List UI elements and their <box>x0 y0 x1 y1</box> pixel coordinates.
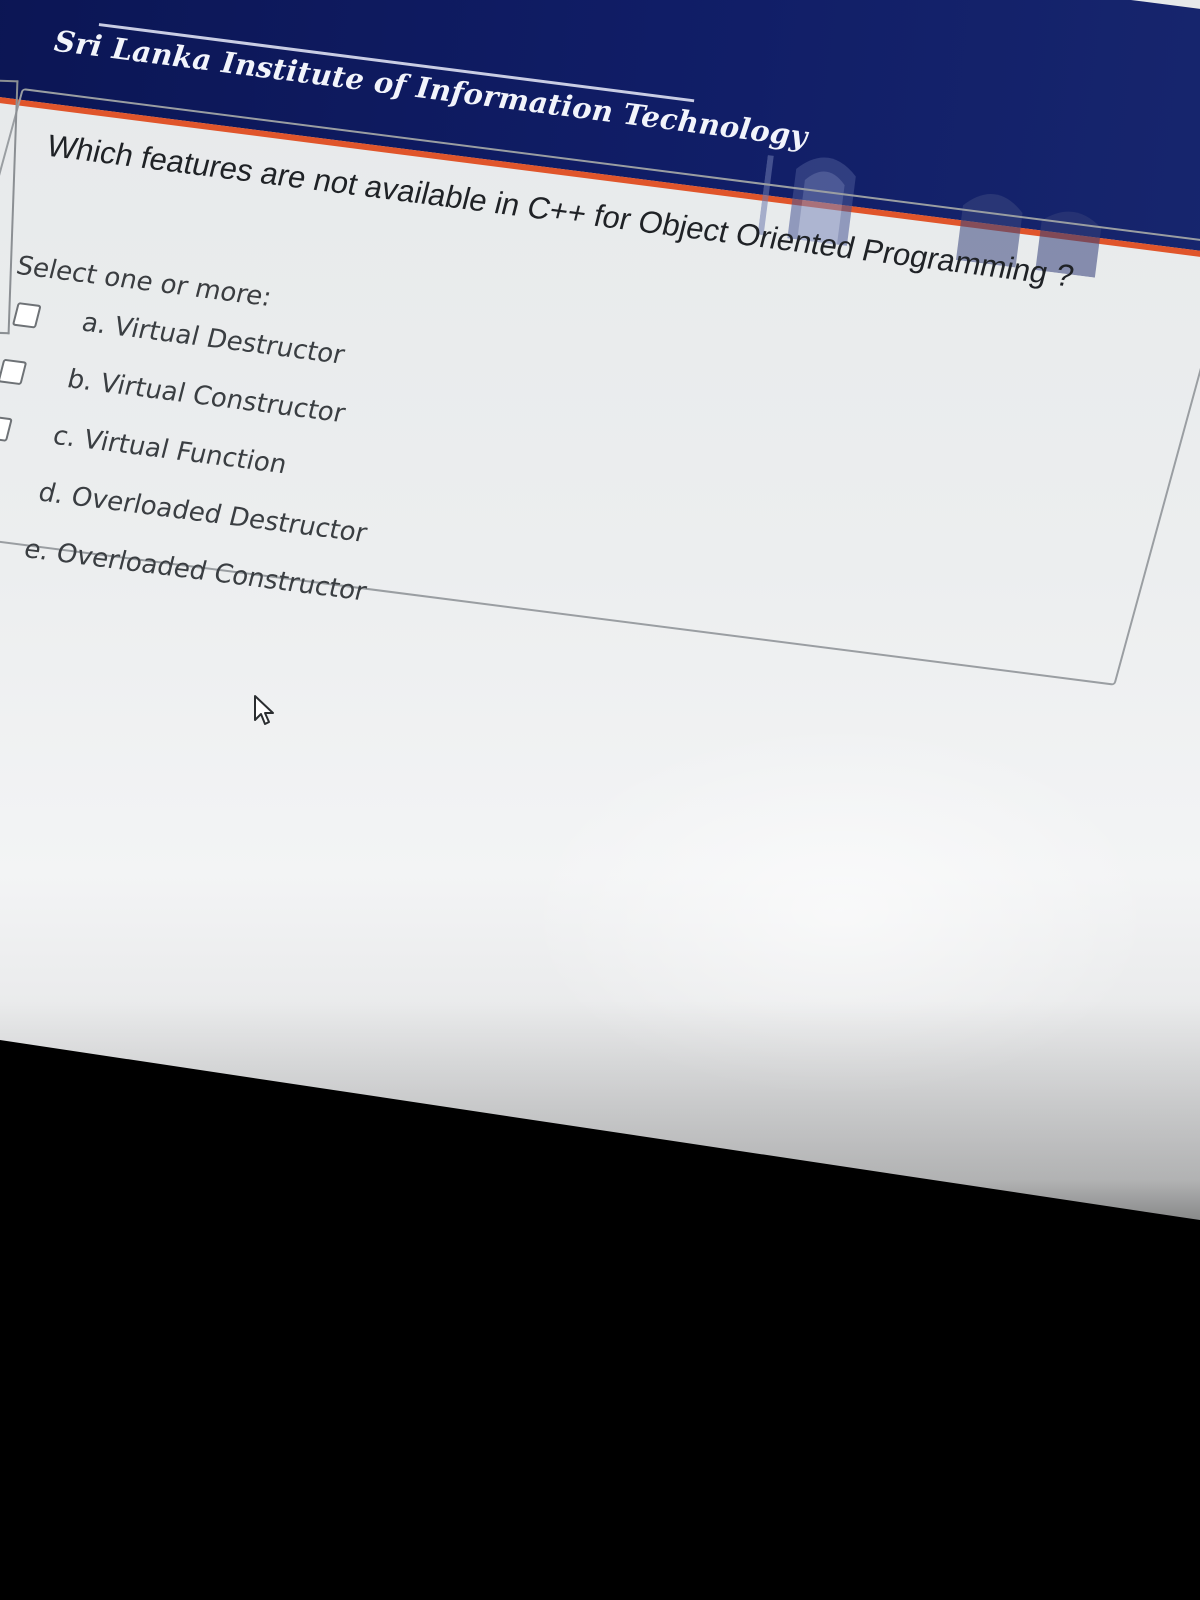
answer-options: a. Virtual Destructor b. Virtual Constru… <box>0 284 1038 698</box>
screen-glare <box>520 720 1160 1100</box>
option-a-checkbox[interactable] <box>11 302 42 329</box>
photo-of-monitor: Sri Lanka Institute of Information Techn… <box>0 0 1200 1600</box>
option-c-checkbox[interactable] <box>0 415 13 442</box>
option-b-checkbox[interactable] <box>0 358 28 386</box>
browser-viewport: Sri Lanka Institute of Information Techn… <box>0 0 1200 1220</box>
mouse-pointer-icon <box>254 695 274 725</box>
